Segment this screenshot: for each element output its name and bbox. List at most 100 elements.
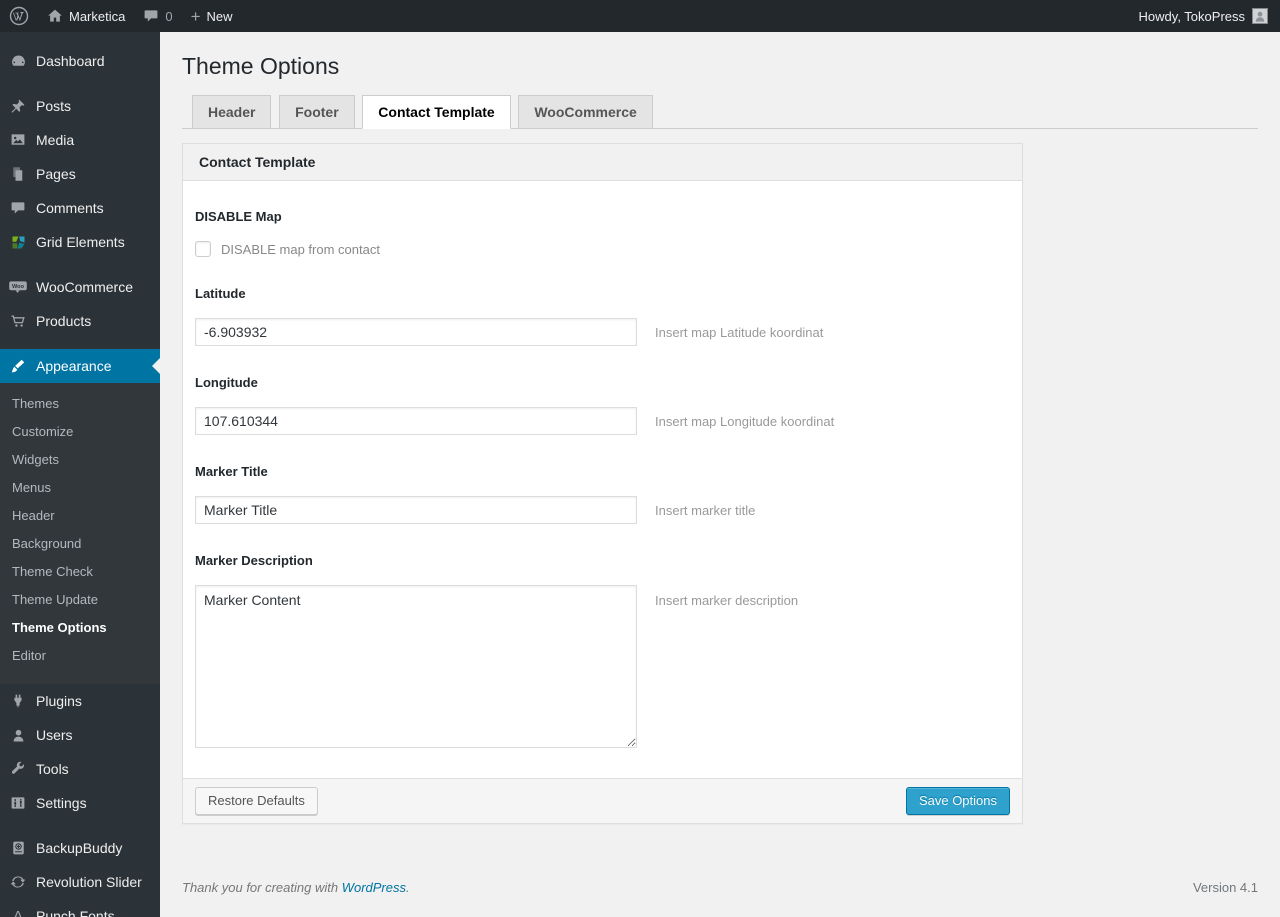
page-title: Theme Options [182, 53, 340, 79]
version-text: Version 4.1 [1192, 880, 1258, 895]
letter-a-icon: A [12, 907, 23, 917]
sidebar-item-label: Plugins [36, 693, 82, 709]
sidebar-item-revolution-slider[interactable]: Revolution Slider [0, 865, 160, 899]
marker-title-help: Insert marker title [655, 502, 756, 518]
latitude-input[interactable] [195, 318, 637, 346]
sidebar-item-label: Grid Elements [36, 234, 125, 250]
new-label: New [206, 8, 233, 24]
field-latitude: Latitude Insert map Latitude koordinat [195, 286, 1010, 346]
sidebar-item-label: Tools [36, 761, 69, 777]
contact-template-panel: Contact Template DISABLE Map DISABLE map… [182, 143, 1023, 824]
plus-icon: + [190, 6, 201, 26]
sidebar-item-settings[interactable]: Settings [0, 786, 160, 820]
sidebar-item-label: Pages [36, 166, 76, 182]
sidebar-item-backupbuddy[interactable]: BackupBuddy [0, 831, 160, 865]
sidebar-item-users[interactable]: Users [0, 718, 160, 752]
panel-title: Contact Template [183, 144, 1022, 181]
sidebar-item-dashboard[interactable]: Dashboard [0, 44, 160, 78]
sidebar-item-media[interactable]: Media [0, 123, 160, 157]
site-link[interactable]: Marketica [38, 0, 134, 32]
field-marker-description: Marker Description Marker Content Insert… [195, 553, 1010, 748]
comments-count: 0 [165, 8, 173, 24]
sidebar-item-label: Media [36, 132, 75, 148]
restore-defaults-button[interactable]: Restore Defaults [195, 787, 318, 815]
submenu-item-editor[interactable]: Editor [0, 642, 160, 670]
settings-icon [8, 794, 28, 812]
sidebar-item-products[interactable]: Products [0, 304, 160, 338]
sidebar-item-comments[interactable]: Comments [0, 191, 160, 225]
sidebar-item-pages[interactable]: Pages [0, 157, 160, 191]
panel-body: DISABLE Map DISABLE map from contact Lat… [183, 181, 1022, 778]
site-name: Marketica [69, 8, 126, 24]
tab-woocommerce[interactable]: WooCommerce [518, 95, 653, 129]
wordpress-link[interactable]: WordPress [342, 880, 406, 895]
sidebar-item-label: BackupBuddy [36, 840, 123, 856]
wordpress-logo-icon [9, 6, 29, 26]
howdy-text: Howdy, TokoPress [1138, 8, 1245, 24]
admin-bar: Marketica 0 + New Howdy, TokoPress [0, 0, 1280, 32]
submenu-item-widgets[interactable]: Widgets [0, 446, 160, 474]
field-longitude: Longitude Insert map Longitude koordinat [195, 375, 1010, 435]
sidebar-item-woocommerce[interactable]: Woo WooCommerce [0, 270, 160, 304]
grid-elements-icon [8, 233, 28, 251]
wordpress-logo-menu[interactable] [0, 0, 38, 32]
marker-title-input[interactable] [195, 496, 637, 524]
menu-separator [0, 78, 160, 89]
cart-icon [8, 312, 28, 330]
sidebar-item-plugins[interactable]: Plugins [0, 684, 160, 718]
plug-icon [8, 692, 28, 710]
submenu-item-theme-options[interactable]: Theme Options [0, 614, 160, 642]
sidebar-item-punch-fonts[interactable]: A Punch Fonts [0, 899, 160, 917]
sidebar-item-appearance[interactable]: Appearance [0, 349, 160, 383]
appearance-submenu-wrap: Themes Customize Widgets Menus Header Ba… [0, 383, 160, 684]
sidebar-item-posts[interactable]: Posts [0, 89, 160, 123]
tab-bar: Header Footer Contact Template WooCommer… [182, 95, 1258, 129]
tab-header[interactable]: Header [192, 95, 272, 129]
avatar [1252, 8, 1268, 24]
longitude-input[interactable] [195, 407, 637, 435]
panel-footer: Restore Defaults Save Options [183, 778, 1022, 823]
comment-icon [8, 199, 28, 217]
submenu-item-background[interactable]: Background [0, 530, 160, 558]
media-icon [8, 131, 28, 149]
appearance-submenu: Themes Customize Widgets Menus Header Ba… [0, 383, 160, 684]
sidebar-item-tools[interactable]: Tools [0, 752, 160, 786]
tab-contact-template[interactable]: Contact Template [362, 95, 511, 129]
sidebar-item-label: Settings [36, 795, 87, 811]
footer-thanks: Thank you for creating with WordPress. [182, 880, 410, 895]
disable-map-label: DISABLE Map [195, 209, 282, 224]
dashboard-icon [8, 52, 28, 70]
backupbuddy-icon [8, 839, 28, 857]
sidebar-item-label: Punch Fonts [36, 908, 115, 917]
marker-description-textarea[interactable]: Marker Content [195, 585, 637, 748]
sidebar: Dashboard Posts Media Pages Comments Gri… [0, 32, 160, 917]
submenu-item-theme-check[interactable]: Theme Check [0, 558, 160, 586]
pages-icon [8, 165, 28, 183]
latitude-label: Latitude [195, 286, 246, 301]
main-content: Theme Options Header Footer Contact Temp… [160, 0, 1280, 917]
submenu-item-theme-update[interactable]: Theme Update [0, 586, 160, 614]
admin-bar-right[interactable]: Howdy, TokoPress [1139, 8, 1280, 24]
home-icon [47, 8, 63, 24]
sidebar-item-grid-elements[interactable]: Grid Elements [0, 225, 160, 259]
sidebar-item-label: Comments [36, 200, 104, 216]
new-content-menu[interactable]: + New [182, 0, 242, 32]
woocommerce-icon: Woo [8, 278, 28, 296]
sidebar-item-label: Revolution Slider [36, 874, 142, 890]
submenu-item-customize[interactable]: Customize [0, 418, 160, 446]
thanks-text: Thank you for creating with [182, 880, 342, 895]
comments-shortcut[interactable]: 0 [134, 0, 181, 32]
disable-map-checkbox[interactable] [195, 241, 211, 257]
marker-title-label: Marker Title [195, 464, 268, 479]
menu-separator [0, 820, 160, 831]
submenu-item-header[interactable]: Header [0, 502, 160, 530]
submenu-item-themes[interactable]: Themes [0, 390, 160, 418]
admin-menu: Dashboard Posts Media Pages Comments Gri… [0, 32, 160, 917]
save-options-button[interactable]: Save Options [905, 787, 1010, 815]
thanks-period: . [406, 880, 410, 895]
field-disable-map: DISABLE Map DISABLE map from contact [195, 209, 1010, 257]
sidebar-item-label: Users [36, 727, 73, 743]
disable-map-checkbox-row[interactable]: DISABLE map from contact [195, 241, 1010, 257]
submenu-item-menus[interactable]: Menus [0, 474, 160, 502]
tab-footer[interactable]: Footer [279, 95, 355, 129]
